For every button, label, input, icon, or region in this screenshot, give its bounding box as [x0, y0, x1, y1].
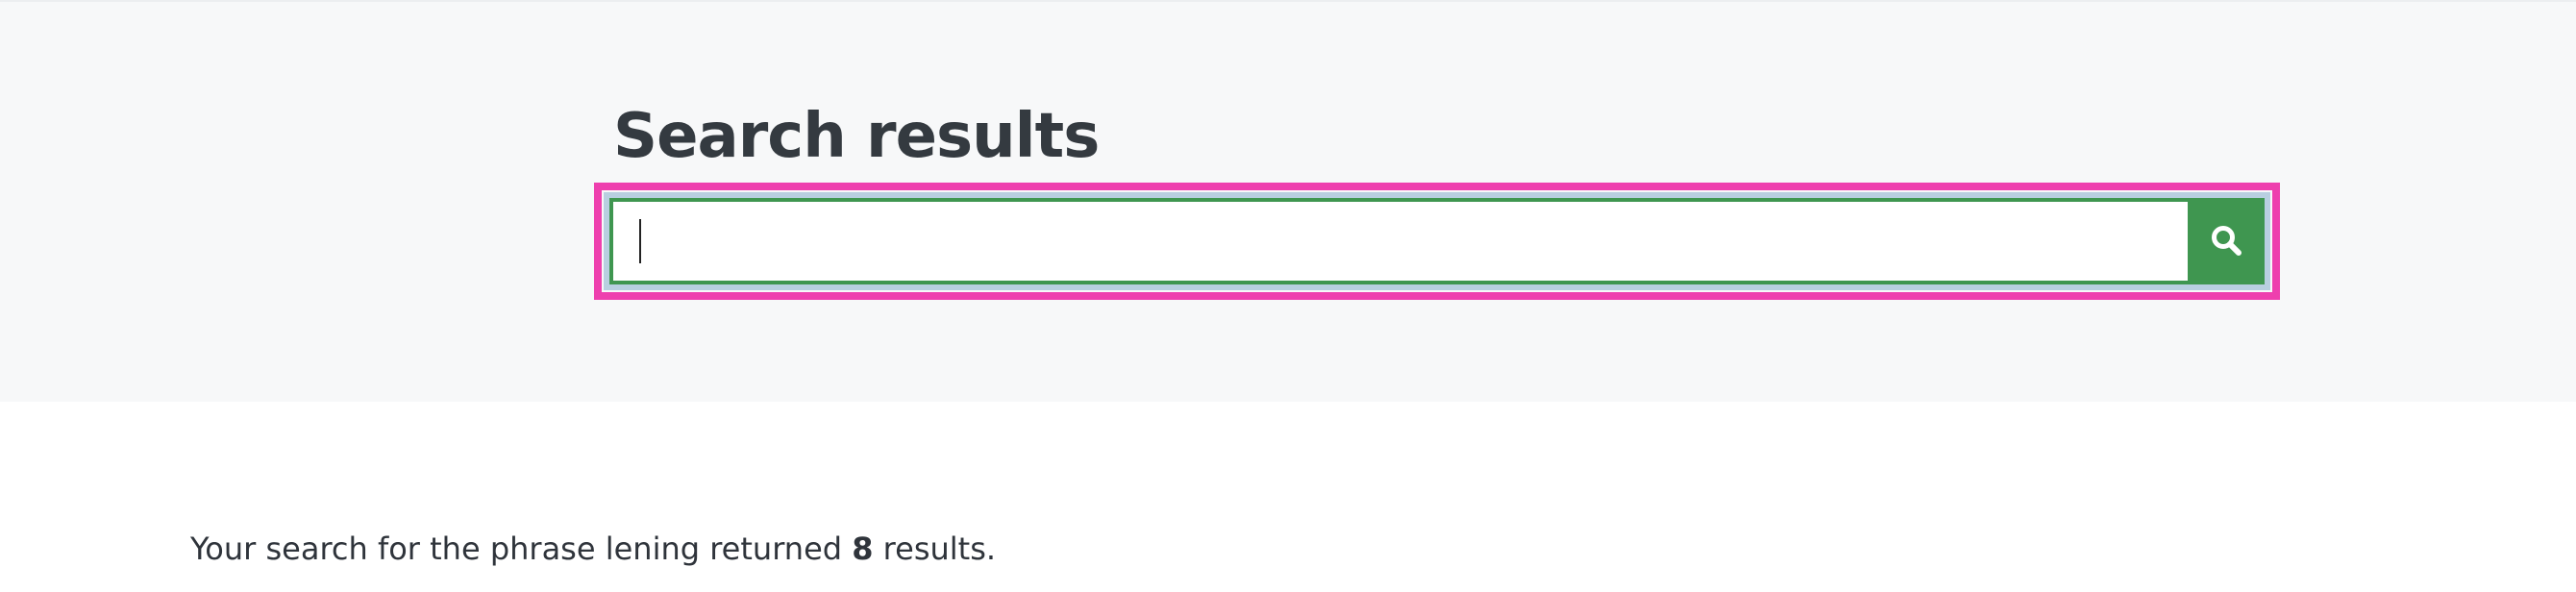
results-summary-suffix: results.: [873, 530, 997, 567]
text-cursor: [639, 219, 641, 263]
search-button[interactable]: [2188, 198, 2265, 284]
results-count: 8: [852, 530, 874, 567]
search-input[interactable]: [609, 198, 2188, 284]
page-title: Search results: [613, 101, 1100, 172]
results-summary: Your search for the phrase lening return…: [190, 530, 996, 567]
results-summary-prefix: Your search for the phrase lening return…: [190, 530, 853, 567]
search-form: [604, 192, 2270, 290]
search-icon: [2210, 224, 2242, 259]
search-hero: Search results: [0, 0, 2576, 402]
